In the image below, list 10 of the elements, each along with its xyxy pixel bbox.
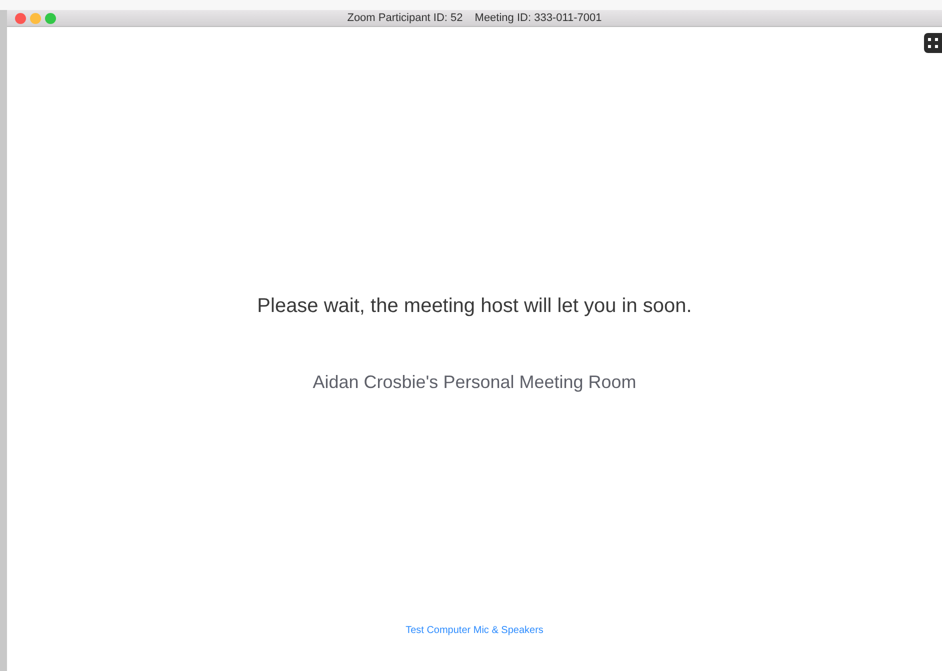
test-audio-link[interactable]: Test Computer Mic & Speakers bbox=[406, 623, 544, 638]
window-title: Zoom Participant ID: 52 bbox=[347, 12, 463, 24]
room-name: Aidan Crosbie's Personal Meeting Room bbox=[312, 371, 636, 394]
maximize-icon[interactable] bbox=[45, 13, 56, 24]
minimize-icon[interactable] bbox=[30, 13, 41, 24]
waiting-message: Please wait, the meeting host will let you in soon. bbox=[257, 294, 692, 319]
window-title: Meeting ID: 333-011-7001 bbox=[474, 12, 602, 24]
close-icon[interactable] bbox=[15, 13, 26, 24]
fullscreen-button[interactable] bbox=[924, 33, 942, 53]
expand-icon bbox=[928, 38, 938, 48]
